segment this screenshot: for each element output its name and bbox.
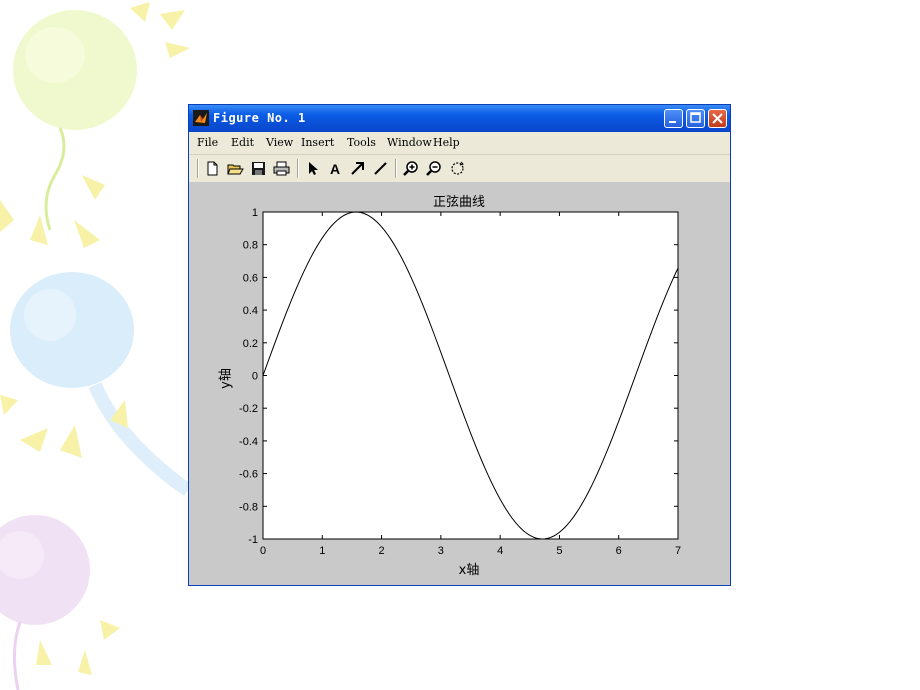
chart-svg: 0 1 2 3 4 5 6 7 1 0.8 0.6 0.4 0.2 0 -0.2 -0.4 -0.6 -0.8 -1 (239, 207, 681, 557)
minimize-button[interactable] (664, 109, 683, 128)
window-title: Figure No. 1 (213, 111, 306, 125)
insert-line-icon[interactable] (372, 160, 389, 177)
menu-help-label: Help (433, 136, 460, 149)
menu-window[interactable]: Window (387, 136, 432, 149)
figure-window: Figure No. 1 File Edit View Insert Tools… (188, 104, 731, 586)
open-folder-icon[interactable] (227, 160, 244, 177)
close-button[interactable] (708, 109, 727, 128)
toolbar-grip (197, 159, 199, 178)
menu-view[interactable]: View (266, 136, 293, 149)
insert-text-icon[interactable]: A (327, 160, 344, 177)
x-tick-label: 5 (556, 545, 562, 557)
menu-view-label: View (266, 136, 294, 149)
select-arrow-icon[interactable] (305, 160, 322, 177)
title-bar[interactable]: Figure No. 1 (189, 105, 730, 132)
y-tick-label: -0.2 (239, 403, 258, 415)
toolbar: A (189, 154, 730, 182)
new-file-icon[interactable] (204, 160, 221, 177)
matlab-icon (193, 110, 209, 126)
minimize-icon (669, 121, 676, 123)
zoom-in-icon[interactable] (403, 160, 420, 177)
toolbar-separator (297, 159, 299, 178)
menu-window-label: Window (387, 136, 432, 149)
toolbar-separator (395, 159, 397, 178)
x-tick-label: 1 (319, 545, 325, 557)
x-tick-label: 4 (497, 545, 503, 557)
print-icon[interactable] (273, 160, 290, 177)
y-tick-label: -1 (248, 534, 258, 546)
y-tick-label: 0.8 (243, 240, 258, 252)
menu-bar: File Edit View Insert Tools Window Help (189, 132, 730, 154)
insert-arrow-icon[interactable] (349, 160, 366, 177)
x-tick-label: 6 (616, 545, 622, 557)
menu-edit-label: Edit (231, 136, 255, 149)
y-tick-label: 1 (252, 207, 258, 219)
y-tick-label: 0.6 (243, 272, 258, 284)
svg-text:A: A (330, 161, 340, 177)
y-tick-label: -0.8 (239, 501, 258, 513)
x-tick-label: 3 (438, 545, 444, 557)
maximize-button[interactable] (686, 109, 705, 128)
menu-help[interactable]: Help (433, 136, 460, 149)
save-icon[interactable] (250, 160, 267, 177)
maximize-icon (690, 112, 701, 123)
x-tick-label: 0 (260, 545, 266, 557)
axes-background (262, 211, 679, 540)
menu-file[interactable]: File (197, 136, 218, 149)
y-tick-label: -0.6 (239, 469, 258, 481)
menu-insert[interactable]: Insert (301, 136, 334, 149)
menu-tools[interactable]: Tools (347, 136, 376, 149)
menu-edit[interactable]: Edit (231, 136, 254, 149)
menu-insert-label: Insert (301, 136, 335, 149)
x-tick-label: 2 (379, 545, 385, 557)
y-tick-label: 0 (252, 371, 258, 383)
menu-tools-label: Tools (347, 136, 376, 149)
blue-balloon (10, 272, 134, 388)
x-tick-label: 7 (675, 545, 681, 557)
y-tick-label: 0.4 (243, 305, 258, 317)
close-icon (712, 113, 723, 124)
y-tick-label: -0.4 (239, 436, 258, 448)
plot-area: 正弦曲线 x轴 y轴 0 1 2 3 4 5 6 7 1 0.8 0.6 0.4 0.2 0 -0.2 -0.… (189, 181, 730, 585)
menu-file-label: File (197, 136, 219, 149)
y-tick-label: 0.2 (243, 338, 258, 350)
rotate-3d-icon[interactable] (449, 160, 466, 177)
zoom-out-icon[interactable] (426, 160, 443, 177)
